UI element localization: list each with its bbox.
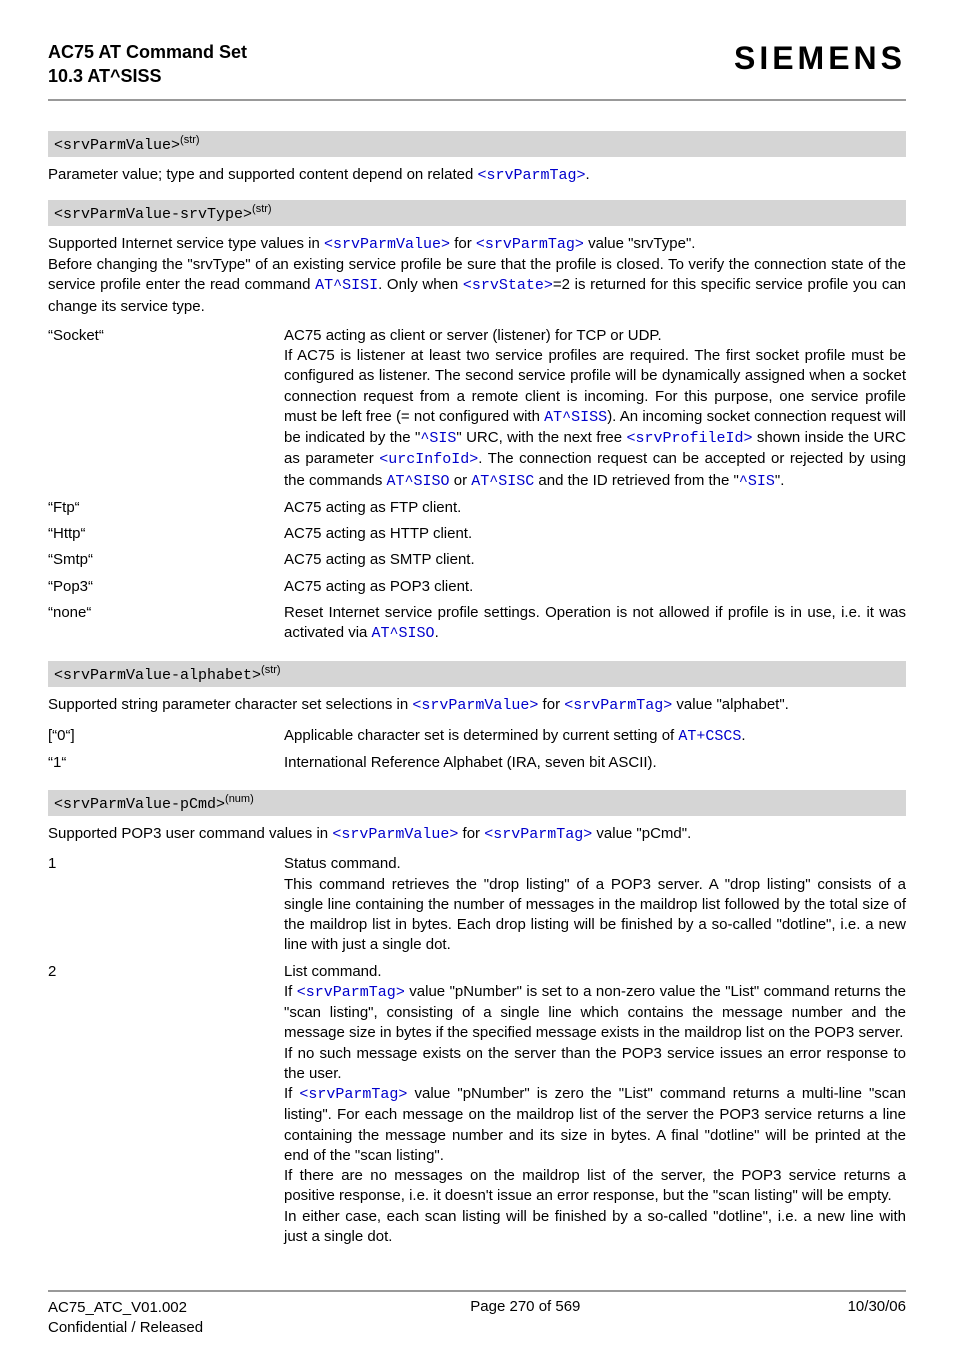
value-row: “Http“AC75 acting as HTTP client. [48, 521, 906, 547]
value-key: “Pop3“ [48, 574, 284, 600]
footer-classification: Confidential / Released [48, 1318, 203, 1338]
value-row: “Socket“AC75 acting as client or server … [48, 323, 906, 495]
value-row: [“0“]Applicable character set is determi… [48, 723, 906, 750]
doc-title-line2: 10.3 AT^SISS [48, 64, 247, 88]
param-intro: Supported string parameter character set… [48, 695, 906, 716]
doc-title-line1: AC75 AT Command Set [48, 40, 247, 64]
footer-rule [48, 1290, 906, 1292]
param-header: <srvParmValue-srvType>(str) [48, 200, 906, 226]
value-row: “1“International Reference Alphabet (IRA… [48, 750, 906, 776]
value-table: “Socket“AC75 acting as client or server … [48, 323, 906, 648]
value-row: “Ftp“AC75 acting as FTP client. [48, 495, 906, 521]
value-desc: Status command.This command retrieves th… [284, 851, 906, 958]
footer-page-number: Page 270 of 569 [470, 1298, 580, 1337]
value-desc: List command.If <srvParmTag> value "pNum… [284, 959, 906, 1251]
param-intro: Parameter value; type and supported cont… [48, 165, 906, 186]
value-key: “1“ [48, 750, 284, 776]
value-row: “Smtp“AC75 acting as SMTP client. [48, 547, 906, 573]
value-desc: AC75 acting as SMTP client. [284, 547, 906, 573]
value-key: “Ftp“ [48, 495, 284, 521]
page-header: AC75 AT Command Set 10.3 AT^SISS SIEMENS [48, 40, 906, 89]
brand-logo: SIEMENS [734, 40, 906, 77]
content: <srvParmValue>(str) Parameter value; type… [48, 131, 906, 1251]
header-title-block: AC75 AT Command Set 10.3 AT^SISS [48, 40, 247, 89]
value-key: “Socket“ [48, 323, 284, 495]
value-table: 1Status command.This command retrieves t… [48, 851, 906, 1250]
footer-date: 10/30/06 [848, 1298, 906, 1337]
value-desc: AC75 acting as POP3 client. [284, 574, 906, 600]
page: AC75 AT Command Set 10.3 AT^SISS SIEMENS… [0, 0, 954, 1351]
param-header: <srvParmValue>(str) [48, 131, 906, 157]
value-desc: International Reference Alphabet (IRA, s… [284, 750, 906, 776]
param-header: <srvParmValue-alphabet>(str) [48, 661, 906, 687]
value-desc: AC75 acting as client or server (listene… [284, 323, 906, 495]
header-rule [48, 99, 906, 101]
footer-version: AC75_ATC_V01.002 [48, 1298, 203, 1318]
value-key: 1 [48, 851, 284, 958]
value-desc: Applicable character set is determined b… [284, 723, 906, 750]
value-key: “Smtp“ [48, 547, 284, 573]
value-row: “none“Reset Internet service profile set… [48, 600, 906, 648]
value-row: 2List command.If <srvParmTag> value "pNu… [48, 959, 906, 1251]
value-key: 2 [48, 959, 284, 1251]
param-header: <srvParmValue-pCmd>(num) [48, 790, 906, 816]
footer-left: AC75_ATC_V01.002 Confidential / Released [48, 1298, 203, 1337]
page-footer: AC75_ATC_V01.002 Confidential / Released… [48, 1298, 906, 1337]
value-table: [“0“]Applicable character set is determi… [48, 723, 906, 777]
value-desc: Reset Internet service profile settings.… [284, 600, 906, 648]
param-intro: Supported Internet service type values i… [48, 234, 906, 317]
value-row: “Pop3“AC75 acting as POP3 client. [48, 574, 906, 600]
value-key: “none“ [48, 600, 284, 648]
value-key: [“0“] [48, 723, 284, 750]
value-key: “Http“ [48, 521, 284, 547]
value-desc: AC75 acting as HTTP client. [284, 521, 906, 547]
value-desc: AC75 acting as FTP client. [284, 495, 906, 521]
param-intro: Supported POP3 user command values in <s… [48, 824, 906, 845]
value-row: 1Status command.This command retrieves t… [48, 851, 906, 958]
